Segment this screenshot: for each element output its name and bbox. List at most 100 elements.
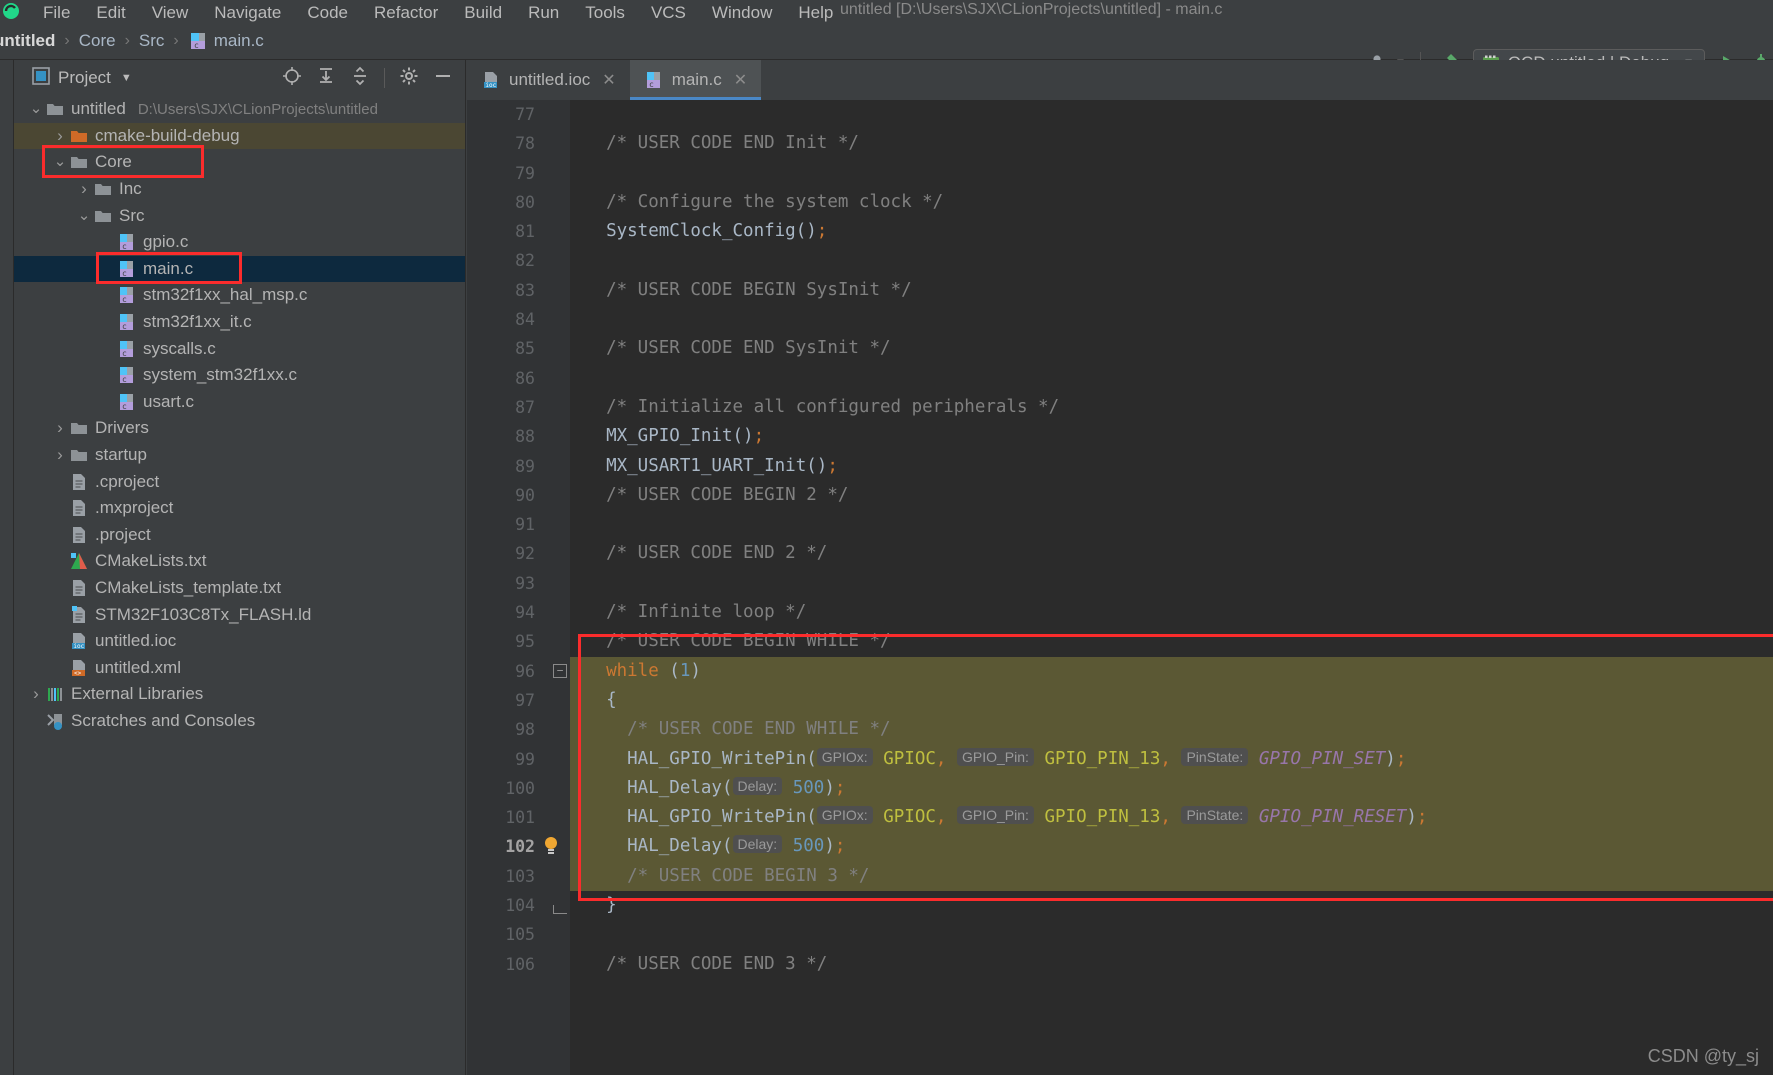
chevron-down-icon[interactable]: ⌄ (28, 101, 44, 116)
tree-item-external-libraries[interactable]: › External Libraries (14, 681, 465, 708)
collapse-all-icon[interactable] (350, 66, 370, 91)
chevron-down-icon[interactable]: ▼ (121, 72, 132, 84)
tree-item-cmake-build-debug[interactable]: › cmake-build-debug (14, 122, 465, 150)
tree-item-gpio-c[interactable]: c gpio.c (14, 229, 465, 256)
close-icon[interactable]: ✕ (602, 70, 615, 90)
scratch-icon (44, 711, 66, 731)
hide-panel-icon[interactable] (433, 66, 453, 91)
tree-item-cmakelists-txt[interactable]: CMakeLists.txt (14, 548, 465, 575)
parameter-hint: PinState: (1181, 747, 1249, 766)
tree-item-core[interactable]: ⌄ Core (14, 149, 465, 176)
chevron-down-icon[interactable]: ⌄ (52, 154, 68, 169)
tree-item--cproject[interactable]: .cproject (14, 468, 465, 495)
line-number: 91 (515, 515, 535, 535)
chevron-right-icon[interactable]: › (76, 179, 92, 199)
ioc-icon: ioc (68, 631, 90, 651)
breadcrumb-file[interactable]: c main.c (188, 31, 264, 51)
chevron-right-icon[interactable]: › (52, 445, 68, 465)
settings-gear-icon[interactable] (399, 66, 419, 91)
clion-logo-icon (2, 0, 24, 22)
code-token: /* USER CODE BEGIN WHILE */ (585, 631, 891, 652)
tree-item-label: STM32F103C8Tx_FLASH.ld (95, 604, 312, 624)
tree-item--mxproject[interactable]: .mxproject (14, 495, 465, 522)
tree-item-untitled[interactable]: ⌄ untitled D:\Users\SJX\CLionProjects\unti… (14, 96, 465, 123)
tree-item-stm32f1xx-hal-msp-c[interactable]: c stm32f1xx_hal_msp.c (14, 282, 465, 309)
breadcrumb-core[interactable]: Core (79, 31, 116, 51)
code-token: /* Infinite loop */ (585, 602, 807, 623)
tree-item-label: stm32f1xx_hal_msp.c (143, 285, 308, 305)
line-number: 100 (505, 778, 535, 798)
intention-bulb-icon[interactable] (543, 836, 559, 856)
code-token: ) (1385, 748, 1396, 769)
breadcrumb-file-label: main.c (213, 30, 264, 50)
tree-item-syscalls-c[interactable]: c syscalls.c (14, 335, 465, 362)
line-number: 77 (515, 105, 535, 124)
fold-end-icon[interactable] (553, 905, 567, 915)
tree-item-main-c[interactable]: c main.c (14, 255, 465, 283)
menu-file[interactable]: File (30, 4, 83, 22)
parameter-hint: GPIOx: (816, 747, 873, 766)
tree-item-untitled-xml[interactable]: <> untitled.xml (14, 654, 465, 681)
line-number: 89 (515, 456, 535, 476)
breadcrumb-src[interactable]: Src (139, 31, 165, 51)
locate-icon[interactable] (282, 66, 302, 91)
line-number: 94 (515, 603, 535, 623)
code-line-106: 106 /* USER CODE END 3 */ (467, 950, 1773, 979)
code-token: ; (834, 777, 846, 798)
menu-vcs[interactable]: VCS (638, 4, 699, 22)
code-text: MX_USART1_UART_Init(); (585, 452, 838, 481)
tree-item-label: stm32f1xx_it.c (143, 312, 252, 332)
code-token: ) (824, 836, 835, 857)
svg-text:c: c (122, 269, 127, 278)
breadcrumb-project[interactable]: untitled (0, 31, 55, 51)
editor-tab-untitled-ioc[interactable]: ioc untitled.ioc ✕ (467, 60, 630, 100)
project-tree[interactable]: ⌄ untitled D:\Users\SJX\CLionProjects\unti… (14, 96, 465, 1075)
code-editor[interactable]: 77 78 /* USER CODE END Init */ 79 80 /* Con… (467, 100, 1773, 1075)
menu-code[interactable]: Code (294, 4, 361, 22)
menu-navigate[interactable]: Navigate (201, 4, 294, 22)
tree-item-src[interactable]: ⌄ Src (14, 202, 465, 229)
code-line-84: 84 (467, 305, 1773, 334)
menu-help[interactable]: Help (785, 4, 846, 22)
menu-build[interactable]: Build (451, 4, 515, 22)
chevron-right-icon[interactable]: › (52, 126, 68, 146)
tree-item-inc[interactable]: › Inc (14, 176, 465, 203)
tree-item-scratches-and-consoles[interactable]: Scratches and Consoles (14, 708, 465, 735)
code-token: 500 (782, 777, 825, 798)
code-token: GPIO_PIN_13 (1033, 807, 1161, 828)
tree-item-cmakelists-template-txt[interactable]: CMakeLists_template.txt (14, 575, 465, 602)
chevron-down-icon[interactable]: ⌄ (76, 208, 92, 223)
doc-icon (68, 578, 90, 598)
menu-edit[interactable]: Edit (83, 4, 138, 22)
tree-item-stm32f1xx-it-c[interactable]: c stm32f1xx_it.c (14, 309, 465, 336)
expand-all-icon[interactable] (316, 66, 336, 91)
editor-tab-main-c[interactable]: c main.c ✕ (629, 60, 762, 100)
code-token: GPIO_PIN_RESET (1248, 807, 1407, 828)
chevron-right-icon[interactable]: › (52, 418, 68, 438)
line-number: 85 (515, 339, 535, 359)
menu-view[interactable]: View (139, 4, 202, 22)
code-text: while (1) (585, 657, 701, 686)
menu-refactor[interactable]: Refactor (361, 4, 451, 22)
code-token: /* USER CODE END 2 */ (585, 543, 828, 564)
c-file-icon: c (116, 365, 138, 385)
tree-item-system-stm32f1xx-c[interactable]: c system_stm32f1xx.c (14, 362, 465, 389)
folder-icon (92, 179, 114, 199)
tree-item-untitled-ioc[interactable]: ioc untitled.ioc (14, 628, 465, 655)
menu-tools[interactable]: Tools (572, 4, 638, 22)
line-number: 80 (515, 192, 535, 212)
menu-run[interactable]: Run (515, 4, 572, 22)
tree-item-stm32f103c8tx-flash-ld[interactable]: STM32F103C8Tx_FLASH.ld (14, 601, 465, 628)
code-text: /* USER CODE BEGIN 3 */ (585, 862, 869, 891)
tree-item-startup[interactable]: › startup (14, 442, 465, 469)
fold-collapse-icon[interactable]: − (553, 663, 567, 678)
tree-item--project[interactable]: .project (14, 522, 465, 549)
doc-icon (68, 525, 90, 545)
chevron-right-icon[interactable]: › (28, 684, 44, 704)
menu-window[interactable]: Window (699, 4, 785, 22)
tree-item-usart-c[interactable]: c usart.c (14, 389, 465, 416)
tree-item-drivers[interactable]: › Drivers (14, 415, 465, 442)
close-icon[interactable]: ✕ (734, 70, 747, 90)
project-panel-header: Project ▼ (14, 60, 465, 96)
watermark: CSDN @ty_sj (1647, 1046, 1759, 1066)
